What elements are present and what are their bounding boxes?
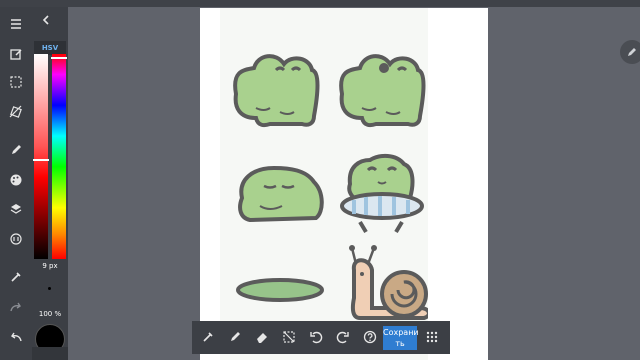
chevron-left-icon <box>42 15 49 25</box>
frog-sticker <box>339 54 426 128</box>
frog-float-sticker <box>340 153 424 234</box>
value-slider-handle[interactable] <box>33 159 49 161</box>
palette-icon <box>10 174 22 186</box>
selection-icon <box>10 76 22 88</box>
redo-icon <box>10 302 21 312</box>
bottom-toolbar: Сохрани ть <box>192 321 450 354</box>
pencil-button[interactable] <box>225 327 245 347</box>
sleeping-frog-sticker <box>238 165 324 223</box>
rotate-left-icon <box>310 331 323 344</box>
layers-icon <box>10 204 22 214</box>
undo-icon <box>11 332 22 342</box>
transform-button[interactable] <box>0 100 32 124</box>
eraser-icon <box>257 333 267 343</box>
left-toolbar <box>0 7 32 360</box>
canvas-margin-right <box>428 8 488 360</box>
pencil-button[interactable] <box>0 138 32 162</box>
rotate-right-button[interactable] <box>333 327 353 347</box>
canvas-margin-left <box>200 8 220 360</box>
hue-slider[interactable] <box>52 54 66 259</box>
color-panel: HSV 9 px 100 % <box>32 7 68 354</box>
help-button[interactable] <box>360 327 380 347</box>
undo-button[interactable] <box>0 325 32 349</box>
eyedropper-icon <box>203 332 213 342</box>
brush-size-preview <box>48 287 51 290</box>
edit-button[interactable] <box>0 42 32 66</box>
rotate-right-icon <box>336 331 349 344</box>
pencil-icon <box>628 48 636 56</box>
save-button[interactable]: Сохрани ть <box>383 326 419 350</box>
deselect-button[interactable] <box>279 327 299 347</box>
grid-button[interactable] <box>422 327 442 347</box>
deselect-icon <box>283 331 295 343</box>
snail-sticker <box>349 245 431 320</box>
redo-button[interactable] <box>0 295 32 319</box>
top-bar <box>0 0 640 7</box>
panel-footer <box>32 347 68 360</box>
rotate-left-button[interactable] <box>306 327 326 347</box>
layers-button[interactable] <box>0 197 32 221</box>
menu-icon <box>11 19 21 29</box>
adjust-button[interactable] <box>0 227 32 251</box>
menu-button[interactable] <box>0 12 32 36</box>
eyedropper-tool-button[interactable] <box>0 265 32 289</box>
edit-icon <box>10 49 22 60</box>
selection-button[interactable] <box>0 70 32 94</box>
collapse-panel-button[interactable] <box>38 12 54 28</box>
brush-size-label: 9 px <box>42 262 58 270</box>
floating-edit-button[interactable] <box>620 40 640 64</box>
opacity-label: 100 % <box>38 310 62 318</box>
grid-icon <box>426 331 438 343</box>
hue-slider-handle[interactable] <box>51 57 67 59</box>
value-slider[interactable] <box>34 54 48 259</box>
palette-button[interactable] <box>0 168 32 192</box>
help-icon <box>363 330 377 344</box>
transform-icon <box>9 105 22 118</box>
frog-sticker <box>233 54 320 128</box>
adjust-icon <box>10 233 22 245</box>
hsv-mode-tab[interactable]: HSV <box>34 41 66 55</box>
pencil-icon <box>231 332 240 341</box>
eyedropper-button[interactable] <box>198 327 218 347</box>
eraser-button[interactable] <box>252 327 272 347</box>
pencil-icon <box>12 145 21 154</box>
eyedropper-icon <box>11 272 21 282</box>
lily-pad-sticker <box>236 278 324 302</box>
